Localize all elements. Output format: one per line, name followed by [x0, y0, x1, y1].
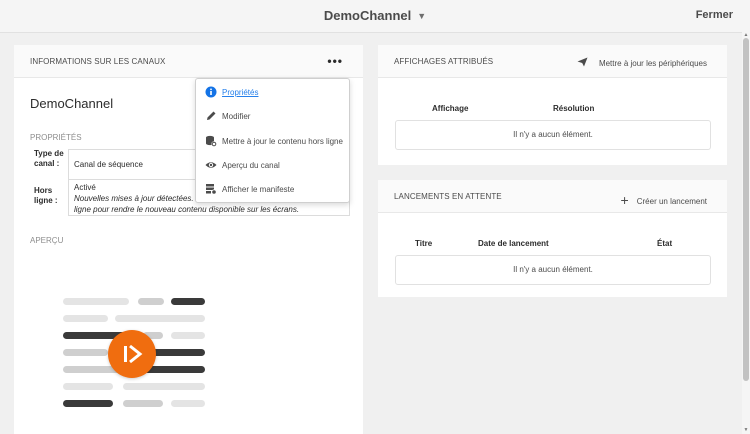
update-devices-label: Mettre à jour les périphériques [598, 59, 707, 68]
close-button[interactable]: Fermer [696, 9, 733, 21]
pending-launches-title: LANCEMENTS EN ATTENTE [394, 192, 502, 201]
channel-type-key-text: Type de canal : [34, 149, 64, 168]
channel-info-card-header: INFORMATIONS SUR LES CANAUX ••• [14, 45, 363, 78]
actions-menu: Propriétés Modifier Mettre à jour le con… [195, 78, 350, 203]
menu-item-label: Aperçu du canal [222, 161, 280, 170]
properties-section-label: PROPRIÉTÉS [30, 133, 82, 142]
column-header-title[interactable]: Titre [415, 239, 432, 248]
preview-bar [63, 298, 129, 305]
menu-item-label: Afficher le manifeste [222, 185, 295, 194]
menu-item-label: Propriétés [222, 88, 259, 97]
preview-bar [63, 400, 113, 407]
preview-bar [171, 400, 205, 407]
info-icon [205, 86, 217, 98]
menu-item-preview-channel[interactable]: Aperçu du canal [196, 153, 349, 177]
top-bar: DemoChannel ▼ Fermer [0, 0, 750, 33]
menu-item-label: Modifier [222, 112, 251, 121]
channel-preview-image[interactable] [63, 298, 208, 410]
preview-bar [63, 315, 108, 322]
preview-section-label: APERÇU [30, 236, 64, 245]
menu-item-edit[interactable]: Modifier [196, 104, 349, 128]
channel-title[interactable]: DemoChannel ▼ [0, 8, 750, 23]
assigned-displays-card: AFFICHAGES ATTRIBUÉS Mettre à jour les p… [378, 45, 727, 165]
preview-bar [138, 298, 164, 305]
offline-key-text: Hors ligne : [34, 186, 58, 205]
menu-item-properties[interactable]: Propriétés [196, 80, 349, 104]
preview-bar [123, 400, 163, 407]
preview-bar [63, 383, 113, 390]
launches-empty-state: Il n'y a aucun élément. [395, 255, 711, 285]
pencil-icon [207, 111, 216, 120]
column-header-display[interactable]: Affichage [432, 104, 468, 113]
preview-bar [123, 383, 205, 390]
launches-empty-text: Il n'y a aucun élément. [513, 265, 593, 274]
displays-empty-text: Il n'y a aucun élément. [513, 130, 593, 139]
create-launch-label: Créer un lancement [636, 197, 707, 206]
scroll-down-arrow-icon[interactable]: ▼ [742, 427, 750, 433]
preview-bar [115, 315, 205, 322]
column-header-resolution[interactable]: Résolution [553, 104, 594, 113]
preview-bar [171, 298, 205, 305]
channel-type-key: Type de canal : [34, 149, 64, 169]
menu-item-update-offline[interactable]: Mettre à jour le contenu hors ligne [196, 129, 349, 153]
send-icon [577, 57, 591, 70]
channel-title-text: DemoChannel [323, 8, 412, 23]
displays-empty-state: Il n'y a aucun élément. [395, 120, 711, 150]
offline-note-line2: ligne pour rendre le nouveau contenu dis… [74, 205, 300, 214]
menu-item-show-manifest[interactable]: Afficher le manifeste [196, 177, 349, 201]
more-actions-button[interactable]: ••• [327, 54, 343, 68]
scrollbar-thumb[interactable] [743, 38, 749, 381]
assigned-displays-card-header: AFFICHAGES ATTRIBUÉS Mettre à jour les p… [378, 45, 727, 78]
column-header-launch-date[interactable]: Date de lancement [478, 239, 549, 248]
column-header-state[interactable]: État [657, 239, 672, 248]
assigned-displays-title: AFFICHAGES ATTRIBUÉS [394, 57, 494, 66]
channel-info-card-title: INFORMATIONS SUR LES CANAUX [30, 57, 166, 66]
eye-icon [205, 162, 217, 168]
manifest-icon [206, 184, 217, 195]
offline-key: Hors ligne : [34, 186, 64, 206]
create-launch-button[interactable]: + Créer un lancement [621, 192, 707, 208]
play-button[interactable] [108, 330, 156, 378]
pending-launches-card-header: LANCEMENTS EN ATTENTE + Créer un lancemen… [378, 180, 727, 213]
database-refresh-icon [206, 135, 217, 147]
preview-bar [171, 332, 205, 339]
plus-icon: + [620, 192, 629, 208]
play-icon [124, 344, 143, 364]
chevron-down-icon[interactable]: ▼ [417, 11, 426, 21]
menu-item-label: Mettre à jour le contenu hors ligne [222, 137, 343, 146]
pending-launches-card: LANCEMENTS EN ATTENTE + Créer un lancemen… [378, 180, 727, 297]
update-devices-button[interactable]: Mettre à jour les périphériques [577, 57, 707, 70]
channel-type-value: Canal de séquence [74, 160, 143, 169]
preview-bar [63, 349, 108, 356]
channel-name: DemoChannel [30, 96, 114, 111]
